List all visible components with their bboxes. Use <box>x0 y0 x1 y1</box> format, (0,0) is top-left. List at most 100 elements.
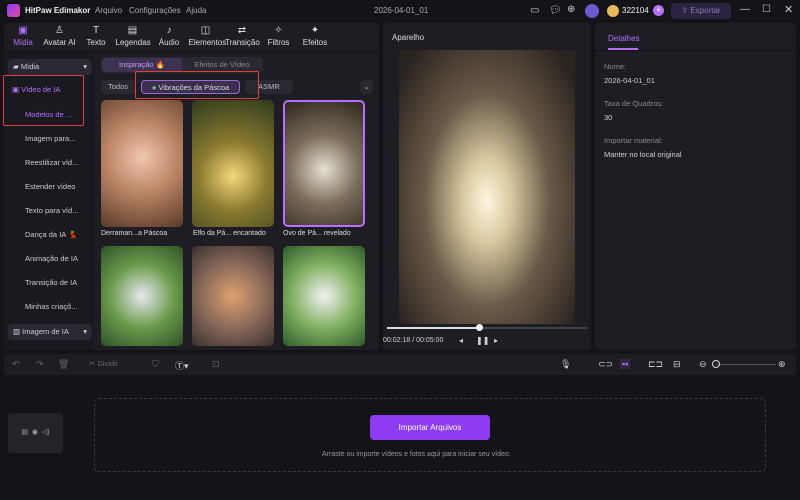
details-panel <box>595 23 796 350</box>
sidebar-media[interactable]: ▰ Mídia ▾ <box>8 59 92 75</box>
tab-label: Avatar AI <box>43 38 76 47</box>
tab-label: Áudio <box>158 38 180 47</box>
tab-label: Legendas <box>115 38 151 47</box>
split-label: Dividir <box>97 359 119 368</box>
credits-count: 322104 <box>622 6 649 15</box>
zoom-slider-handle[interactable] <box>712 360 720 368</box>
chevron-down-icon: ▾ <box>83 62 87 71</box>
sidebar-item[interactable]: Animação de IA <box>25 254 78 263</box>
split-button[interactable]: ✂ Dividir <box>89 359 118 368</box>
template-card[interactable] <box>192 100 274 227</box>
project-name: 2026-04-01_01 <box>374 6 429 15</box>
sidebar-item[interactable]: Minhas criaçõ... <box>25 302 78 311</box>
tab-3[interactable]: ▤ Legendas <box>115 25 151 47</box>
tab-underline <box>608 48 638 50</box>
close-button[interactable]: ✕ <box>784 3 793 16</box>
template-card[interactable] <box>283 246 365 346</box>
track-icon[interactable]: ▤ <box>21 429 28 436</box>
prev-frame-button[interactable]: ◂ <box>459 336 463 345</box>
card-label: Elfo da Pá... encantado <box>193 230 266 237</box>
sidebar-item[interactable]: Transição de IA <box>25 278 77 287</box>
tab-icon: ▣ <box>18 25 28 36</box>
template-card[interactable] <box>101 100 183 227</box>
scrubber-handle[interactable] <box>476 324 483 331</box>
sidebar-image-ai-label: Imagem de IA <box>22 327 69 336</box>
export-button[interactable]: ⇪ Exportar <box>671 3 731 19</box>
feedback-icon[interactable]: 💬︎ <box>549 5 562 16</box>
highlight-box-sidebar <box>3 75 84 126</box>
template-card[interactable] <box>101 246 183 346</box>
sidebar-item[interactable]: Dança da IA 💃 <box>25 230 77 239</box>
preview-video <box>399 50 575 324</box>
tab-label: Elementos <box>188 38 227 47</box>
zoom-fit-button[interactable]: ⊡ <box>212 359 220 370</box>
minimize-button[interactable]: — <box>740 4 750 15</box>
tab-efeitos-video[interactable]: Efeitos de Vídeo <box>182 58 262 72</box>
maximize-button[interactable]: ☐ <box>762 4 771 15</box>
name-label: Nome: <box>604 62 627 71</box>
tab-detalhes[interactable]: Detalhes <box>608 34 640 43</box>
import-files-button[interactable]: Importar Arquivos <box>370 415 490 440</box>
import-value: Manter no local original <box>604 150 682 159</box>
tab-4[interactable]: ♪ Áudio <box>152 25 186 47</box>
fit-icon[interactable]: ⊟ <box>673 359 681 370</box>
tab-icon: ▤ <box>127 25 138 36</box>
tab-icon: ⇄ <box>237 25 247 36</box>
track-header: ▤ ◉ ◁) <box>8 413 63 453</box>
avatar[interactable] <box>585 4 599 18</box>
pause-button[interactable]: ❚❚ <box>476 336 489 345</box>
visibility-icon[interactable]: ◉ <box>32 429 38 436</box>
tab-icon: T <box>92 25 100 36</box>
zoom-out-icon[interactable]: ⊖ <box>699 359 707 370</box>
chevron-down-icon: ▾ <box>83 327 87 336</box>
tab-label: Filtros <box>267 38 290 47</box>
tab-icon: ✧ <box>274 25 283 36</box>
layout-icon[interactable]: ▭ <box>530 5 539 16</box>
tab-label: Texto <box>86 38 106 47</box>
app-title: HitPaw Edimakor <box>25 6 91 15</box>
snap-icon[interactable]: ▪▪ <box>620 359 631 369</box>
menu-ajuda[interactable]: Ajuda <box>186 6 206 15</box>
fps-label: Taxa de Quadros: <box>604 99 664 108</box>
add-credits-button[interactable]: + <box>653 5 664 16</box>
mic-icon[interactable]: 🎙︎ <box>560 359 571 370</box>
tab-0[interactable]: ▣ Mídia <box>6 25 40 47</box>
link-icon[interactable]: ⊂⊃ <box>598 359 613 370</box>
tab-8[interactable]: ✦ Efeitos <box>298 25 332 47</box>
scrubber-progress <box>387 327 479 329</box>
tab-1[interactable]: ♙ Avatar AI <box>43 25 77 47</box>
marker-button[interactable]: ⛉ <box>152 359 159 370</box>
delete-button[interactable]: 🗑︎ <box>58 359 69 370</box>
tab-inspiracao[interactable]: Inspiração 🔥 <box>102 58 182 72</box>
redo-button[interactable]: ↷ <box>36 359 44 370</box>
tab-icon: ✦ <box>310 25 320 36</box>
tab-7[interactable]: ✧ Filtros <box>262 25 296 47</box>
audio-icon[interactable]: ◁) <box>42 429 50 436</box>
next-frame-button[interactable]: ▸ <box>494 336 498 345</box>
sidebar-item[interactable]: Estender vídeo <box>25 182 75 191</box>
menu-configuracoes[interactable]: Configurações <box>129 6 181 15</box>
import-label: Importar material: <box>604 136 663 145</box>
filter-todos[interactable]: Todos <box>101 80 135 94</box>
tab-6[interactable]: ⇄ Transição <box>225 25 260 47</box>
download-icon[interactable]: ⊕ <box>567 4 575 15</box>
menu-arquivo[interactable]: Arquivo <box>95 6 122 15</box>
sidebar-image-ai[interactable]: ▨ Imagem de IA ▾ <box>8 324 92 340</box>
template-card[interactable] <box>283 100 365 227</box>
sidebar-item[interactable]: Texto para víd... <box>25 206 78 215</box>
image-ai-icon: ▨ <box>13 327 23 336</box>
template-card[interactable] <box>192 246 274 346</box>
text-button[interactable]: Ⓣ▾ <box>175 359 189 372</box>
undo-button[interactable]: ↶ <box>12 359 20 370</box>
zoom-slider[interactable] <box>716 364 776 365</box>
tab-2[interactable]: T Texto <box>79 25 113 47</box>
zoom-in-icon[interactable]: ⊕ <box>778 359 786 370</box>
folder-icon: ▰ <box>13 62 21 71</box>
playback-time: 00:02:18 / 00:05:00 <box>383 337 444 344</box>
highlight-box-filter <box>135 71 259 99</box>
tab-5[interactable]: ◫ Elementos <box>189 25 227 47</box>
sidebar-item[interactable]: Imagem para... <box>25 134 75 143</box>
chain-icon[interactable]: ⊏⊐ <box>648 359 663 370</box>
sidebar-item[interactable]: Reestilizar víd... <box>25 158 78 167</box>
expand-filters-button[interactable]: ⌄ <box>360 80 373 94</box>
